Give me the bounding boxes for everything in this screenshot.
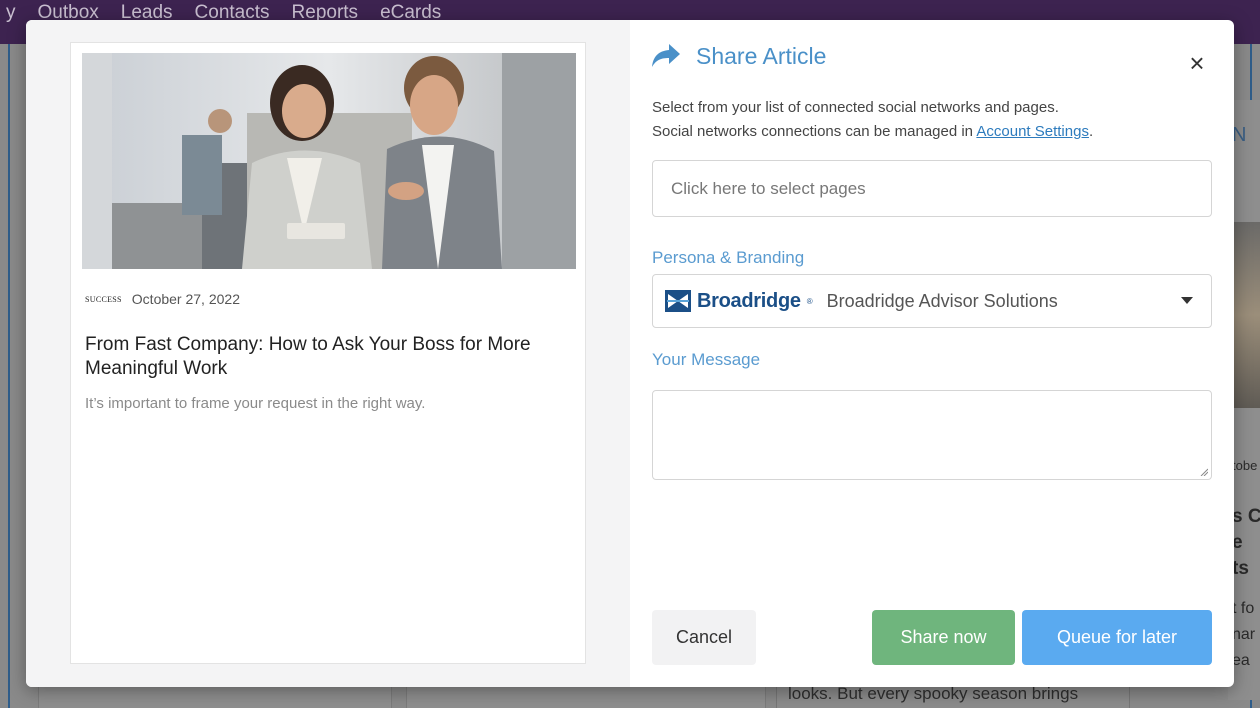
description-line: Social networks connections can be manag… xyxy=(652,120,1222,144)
message-label: Your Message xyxy=(652,350,761,369)
share-arrow-icon xyxy=(652,44,680,67)
share-article-modal: SUCCESS October 27, 2022 From Fast Compa… xyxy=(26,20,1234,687)
background-text: ts xyxy=(1232,558,1249,579)
message-textarea[interactable] xyxy=(652,390,1212,480)
background-text: t fo xyxy=(1232,600,1255,617)
article-card: SUCCESS October 27, 2022 From Fast Compa… xyxy=(70,42,586,664)
background-text: N xyxy=(1232,124,1247,146)
description-text: Social networks connections can be manag… xyxy=(652,123,977,140)
article-title: From Fast Company: How to Ask Your Boss … xyxy=(85,334,531,379)
cancel-button[interactable]: Cancel xyxy=(652,610,756,665)
background-text: s C xyxy=(1232,506,1260,527)
app-frame-border xyxy=(8,44,10,708)
pages-placeholder: Click here to select pages xyxy=(671,178,866,198)
description-line: Select from your list of connected socia… xyxy=(652,99,1059,116)
article-meta: SUCCESS October 27, 2022 xyxy=(85,291,240,307)
article-summary: It’s important to frame your request in … xyxy=(85,395,426,412)
persona-select[interactable]: Broadridge ® Broadridge Advisor Solutions xyxy=(652,274,1212,328)
modal-header: Share Article xyxy=(650,42,826,70)
article-date: October 27, 2022 xyxy=(131,291,240,307)
persona-label: Persona & Branding xyxy=(652,248,805,267)
caret-down-icon xyxy=(1181,297,1193,304)
background-text: e xyxy=(1232,532,1243,553)
queue-for-later-button[interactable]: Queue for later xyxy=(1022,610,1212,665)
persona-value: Broadridge Advisor Solutions xyxy=(826,290,1058,311)
background-text: tobe xyxy=(1232,458,1258,473)
broadridge-logo-icon: Broadridge ® xyxy=(665,290,813,313)
background-text: ea xyxy=(1232,652,1250,669)
registered-mark: ® xyxy=(806,296,813,306)
share-description: Select from your list of connected socia… xyxy=(652,96,1222,144)
broadridge-mark-icon xyxy=(665,290,691,312)
background-text: nar xyxy=(1232,626,1256,643)
share-form-pane: Share Article × Select from your list of… xyxy=(630,20,1234,687)
description-text: . xyxy=(1088,123,1094,140)
article-image xyxy=(82,53,576,269)
background-card-image xyxy=(1232,222,1260,408)
broadridge-wordmark: Broadridge xyxy=(697,289,801,312)
nav-item-fragment[interactable]: y xyxy=(6,2,16,28)
account-settings-link[interactable]: Account Settings xyxy=(976,123,1089,140)
resize-grip-icon[interactable] xyxy=(1200,468,1208,476)
background-text: looks. But every spooky season brings xyxy=(788,684,1079,703)
close-icon[interactable]: × xyxy=(1184,50,1210,76)
modal-title: Share Article xyxy=(696,42,827,69)
source-logo: SUCCESS xyxy=(85,294,122,304)
article-preview-pane: SUCCESS October 27, 2022 From Fast Compa… xyxy=(26,20,630,687)
pages-selector[interactable]: Click here to select pages xyxy=(652,160,1212,217)
share-now-button[interactable]: Share now xyxy=(872,610,1015,665)
